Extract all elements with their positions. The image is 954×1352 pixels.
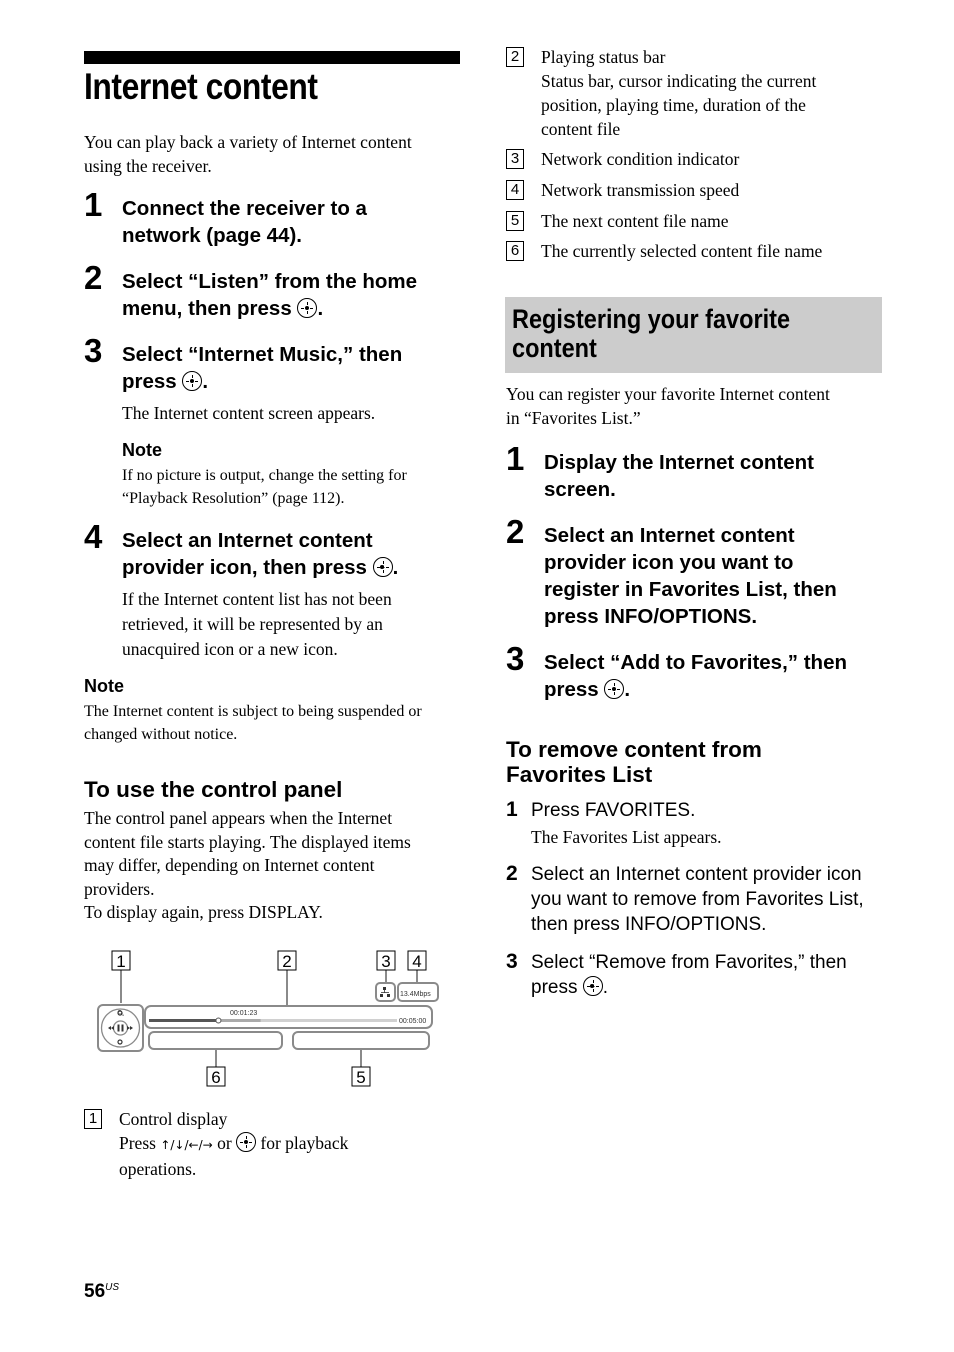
step-text: Press FAVORITES. [531, 800, 696, 821]
callout-number: 4 [506, 180, 524, 200]
enter-button-icon [236, 1132, 257, 1152]
zoom-out-icon [117, 1039, 123, 1045]
arrow-keys-icon: ↑/↓/←/→ [160, 1138, 213, 1152]
page-title: Internet content [84, 66, 318, 107]
step-number: 1 [506, 798, 518, 821]
callout-number: 3 [506, 149, 524, 169]
step-number: 3 [506, 950, 518, 973]
pause-icon [121, 1024, 124, 1032]
intro-text: You can play back a variety of Internet … [84, 132, 412, 176]
step-heading: Select an Internet content provider icon… [544, 524, 837, 628]
callout-number: 6 [506, 241, 524, 261]
page-number: 56US [84, 1281, 120, 1302]
pause-button-ring [112, 1020, 129, 1036]
elapsed-time: 00:01:23 [230, 1010, 257, 1017]
enter-button-icon [582, 976, 603, 996]
enter-button-icon [604, 679, 625, 699]
title-rule [84, 51, 460, 64]
callout-4: 4 [412, 952, 421, 971]
step-number: 4 [84, 518, 103, 555]
step-heading: Select “Internet Music,” then press . [122, 343, 403, 393]
network-icon [380, 987, 390, 997]
step-number: 2 [506, 862, 518, 885]
step-body: The Favorites List appears. [531, 827, 722, 847]
step-number: 2 [84, 259, 103, 296]
step-number: 1 [506, 440, 525, 477]
step-number: 3 [84, 332, 103, 369]
enter-button-icon [182, 371, 203, 391]
step-number: 3 [506, 640, 525, 677]
legend-item-4: 4 Network transmission speed [506, 178, 906, 202]
section-intro: You can register your favorite Internet … [506, 384, 830, 428]
step-text: Select an Internet content provider icon… [531, 864, 864, 935]
network-indicator-box [375, 982, 396, 1002]
enter-button-icon [372, 557, 393, 577]
step-heading: Display the Internet content screen. [544, 451, 814, 501]
note-text: The Internet content is subject to being… [84, 703, 422, 743]
step-heading: Select “Add to Favorites,” then press . [544, 651, 847, 701]
speed-value: 13.4Mbps [400, 991, 431, 998]
callout-number: 1 [84, 1109, 102, 1129]
step-number: 2 [506, 513, 525, 550]
note-heading: Note [84, 676, 124, 696]
progress-cursor [215, 1017, 222, 1024]
note-text: If no picture is output, change the sett… [122, 467, 407, 507]
callout-number: 5 [506, 211, 524, 231]
step-heading: Connect the receiver to a network (page … [122, 197, 367, 247]
step-heading: Select “Listen” from the home menu, then… [122, 270, 418, 320]
callout-number: 2 [506, 47, 524, 67]
control-panel-diagram: 🔍︎ 00:01:23 00:05:00 13.4Mbps 1 2 3 4 5 … [97, 950, 439, 1087]
legend-item-5: 5 The next content file name [506, 209, 906, 233]
callout-2: 2 [282, 952, 291, 971]
step-text: Select “Remove from Favorites,” then pre… [531, 952, 847, 998]
pause-icon [117, 1024, 120, 1032]
next-file-box [292, 1031, 430, 1050]
current-file-box [148, 1031, 283, 1050]
step-body: The Internet content screen appears. [122, 403, 376, 423]
callout-3: 3 [381, 952, 390, 971]
callout-1: 1 [116, 952, 125, 971]
step-number: 1 [84, 186, 103, 223]
section-heading: Registering your favorite content [512, 304, 791, 363]
note-heading: Note [122, 440, 162, 460]
callout-6: 6 [211, 1068, 220, 1087]
control-panel-text: The control panel appears when the Inter… [84, 808, 411, 922]
step-heading: Select an Internet content provider icon… [122, 529, 399, 579]
enter-button-icon [297, 298, 318, 318]
duration-time: 00:05:00 [399, 1018, 426, 1025]
legend-item-2: 2 Playing status bar Status bar, cursor … [506, 45, 906, 141]
legend-item-6: 6 The currently selected content file na… [506, 239, 906, 263]
control-panel-heading: To use the control panel [84, 777, 343, 802]
legend-item-1: 1 Control display Press ↑/↓/←/→ or for p… [84, 1107, 464, 1182]
callout-5: 5 [356, 1068, 365, 1087]
played-bar [149, 1019, 219, 1022]
step-body: If the Internet content list has not bee… [122, 589, 392, 659]
remove-heading: To remove content from Favorites List [506, 737, 762, 787]
legend-item-3: 3 Network condition indicator [506, 147, 906, 171]
status-bar-frame [144, 1005, 433, 1029]
